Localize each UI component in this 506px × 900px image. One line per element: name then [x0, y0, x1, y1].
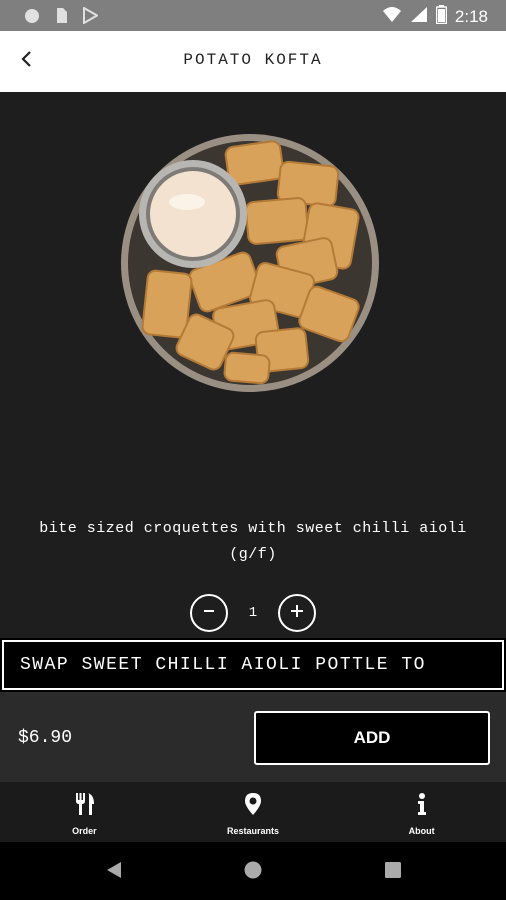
item-price: $6.90 — [18, 728, 73, 748]
quantity-stepper: 1 — [0, 594, 506, 632]
system-home-button[interactable] — [242, 861, 264, 883]
quantity-value: 1 — [248, 605, 258, 621]
signal-icon — [410, 6, 428, 28]
add-button[interactable]: ADD — [254, 711, 490, 765]
home-circle-icon — [243, 860, 263, 885]
status-right-icons: 2:18 — [382, 5, 488, 29]
nav-item-order[interactable]: Order — [0, 782, 169, 842]
system-nav-bar — [0, 842, 506, 900]
add-to-order-bar: $6.90 ADD — [0, 692, 506, 782]
food-image — [119, 132, 381, 394]
nav-item-restaurants[interactable]: Restaurants — [169, 782, 338, 842]
app-header: POTATO KOFTA — [0, 31, 506, 92]
sim-card-icon — [54, 7, 68, 29]
map-pin-icon — [244, 792, 262, 821]
nav-item-about[interactable]: About — [337, 782, 506, 842]
status-left-icons — [24, 6, 100, 29]
bottom-nav: Order Restaurants About — [0, 782, 506, 842]
back-triangle-icon — [105, 860, 123, 885]
option-label: SWAP SWEET CHILLI AIOLI POTTLE TO — [20, 655, 426, 675]
decrease-quantity-button[interactable] — [190, 594, 228, 632]
increase-quantity-button[interactable] — [278, 594, 316, 632]
page-title: POTATO KOFTA — [183, 51, 323, 69]
wifi-icon — [382, 6, 402, 28]
item-detail: bite sized croquettes with sweet chilli … — [0, 92, 506, 638]
recents-square-icon — [384, 861, 402, 884]
swap-aioli-option[interactable]: SWAP SWEET CHILLI AIOLI POTTLE TO — [2, 640, 504, 690]
nav-label-order: Order — [72, 826, 97, 836]
play-store-icon — [82, 6, 100, 29]
info-icon — [415, 792, 429, 821]
plus-icon — [289, 603, 305, 624]
item-description: bite sized croquettes with sweet chilli … — [39, 520, 467, 563]
fork-knife-icon — [73, 792, 95, 821]
system-recents-button[interactable] — [382, 861, 404, 883]
battery-icon — [435, 5, 448, 29]
option-selector: SWAP SWEET CHILLI AIOLI POTTLE TO — [0, 638, 506, 692]
status-time: 2:18 — [454, 7, 488, 26]
circle-notification-icon — [24, 8, 40, 29]
status-bar: 2:18 — [0, 0, 506, 31]
nav-label-restaurants: Restaurants — [226, 826, 280, 836]
nav-label-about: About — [408, 826, 435, 836]
system-back-button[interactable] — [103, 861, 125, 883]
minus-icon — [202, 604, 216, 623]
